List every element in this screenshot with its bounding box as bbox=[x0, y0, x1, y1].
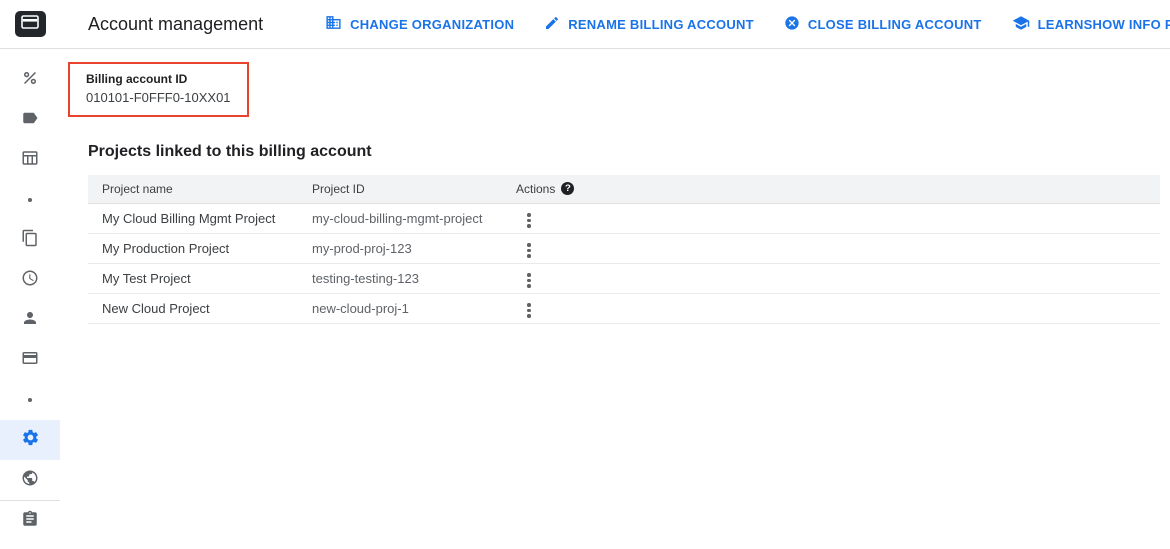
pencil-icon bbox=[544, 15, 560, 34]
projects-section-heading: Projects linked to this billing account bbox=[88, 143, 1170, 161]
dot-icon bbox=[28, 398, 32, 402]
change-organization-label: CHANGE ORGANIZATION bbox=[350, 17, 514, 32]
row-actions-menu-button[interactable] bbox=[521, 299, 537, 322]
project-name-cell: New Cloud Project bbox=[88, 293, 312, 323]
person-icon bbox=[21, 309, 39, 332]
rename-billing-account-button[interactable]: RENAME BILLING ACCOUNT bbox=[544, 15, 754, 34]
show-info-panel-button[interactable]: SHOW INFO PANEL bbox=[1084, 17, 1170, 32]
project-id-cell: new-cloud-proj-1 bbox=[312, 293, 516, 323]
main-content: Billing account ID 010101-F0FFF0-10XX01 … bbox=[60, 49, 1170, 549]
learn-label: LEARN bbox=[1038, 17, 1084, 32]
close-billing-account-label: CLOSE BILLING ACCOUNT bbox=[808, 17, 982, 32]
page-title: Account management bbox=[88, 14, 263, 35]
help-icon[interactable]: ? bbox=[561, 182, 574, 195]
table-row: New Cloud Project new-cloud-proj-1 bbox=[88, 293, 1160, 323]
sidebar-item-transactions[interactable] bbox=[0, 260, 60, 300]
percent-icon bbox=[21, 69, 39, 92]
project-id-cell: my-prod-proj-123 bbox=[312, 233, 516, 263]
sidebar-item-account-management[interactable] bbox=[0, 420, 60, 460]
cost-table-icon bbox=[21, 149, 39, 172]
highlight-box: Billing account ID 010101-F0FFF0-10XX01 bbox=[68, 62, 249, 117]
project-name-cell: My Production Project bbox=[88, 233, 312, 263]
change-organization-button[interactable]: CHANGE ORGANIZATION bbox=[325, 14, 514, 34]
sidebar-item-labels[interactable] bbox=[0, 100, 60, 140]
sidebar-item-cost-table[interactable] bbox=[0, 140, 60, 180]
billing-card-icon bbox=[21, 15, 39, 34]
column-header-project-name: Project name bbox=[88, 175, 312, 203]
table-row: My Production Project my-prod-proj-123 bbox=[88, 233, 1160, 263]
row-actions-menu-button[interactable] bbox=[521, 209, 537, 232]
close-circle-icon bbox=[784, 15, 800, 34]
sidebar-item-collapsed-1[interactable] bbox=[0, 180, 60, 220]
sidebar-item-payment-method[interactable] bbox=[0, 340, 60, 380]
project-id-cell: my-cloud-billing-mgmt-project bbox=[312, 203, 516, 233]
sidebar-item-reports[interactable] bbox=[0, 501, 60, 541]
actions-header-label: Actions bbox=[516, 182, 555, 196]
assignment-icon bbox=[21, 510, 39, 533]
sidebar-item-collapsed-2[interactable] bbox=[0, 380, 60, 420]
projects-table: Project name Project ID Actions ? My Clo… bbox=[88, 175, 1160, 324]
billing-account-id-value: 010101-F0FFF0-10XX01 bbox=[86, 89, 231, 107]
show-info-panel-label: SHOW INFO PANEL bbox=[1084, 17, 1170, 32]
account-management-page: Account management CHANGE ORGANIZATION R… bbox=[0, 0, 1170, 549]
logo-container bbox=[0, 11, 60, 37]
dot-icon bbox=[28, 198, 32, 202]
top-bar: Account management CHANGE ORGANIZATION R… bbox=[0, 0, 1170, 49]
close-billing-account-button[interactable]: CLOSE BILLING ACCOUNT bbox=[784, 15, 982, 34]
globe-icon bbox=[21, 469, 39, 492]
column-header-project-id: Project ID bbox=[312, 175, 516, 203]
copy-icon bbox=[21, 229, 39, 252]
sidebar-item-account[interactable] bbox=[0, 300, 60, 340]
learn-button[interactable]: LEARN bbox=[1012, 14, 1084, 35]
learn-icon bbox=[1012, 14, 1030, 35]
label-icon bbox=[21, 109, 39, 132]
row-actions-menu-button[interactable] bbox=[521, 269, 537, 292]
sidebar-item-pricing[interactable] bbox=[0, 460, 60, 500]
app-logo[interactable] bbox=[15, 11, 46, 37]
settings-gear-icon bbox=[21, 428, 40, 452]
table-row: My Test Project testing-testing-123 bbox=[88, 263, 1160, 293]
organization-icon bbox=[325, 14, 342, 34]
row-actions-menu-button[interactable] bbox=[521, 239, 537, 262]
billing-account-id-label: Billing account ID bbox=[86, 71, 231, 87]
project-name-cell: My Cloud Billing Mgmt Project bbox=[88, 203, 312, 233]
history-icon bbox=[21, 269, 39, 292]
sidebar-item-discounts[interactable] bbox=[0, 60, 60, 100]
toolbar: CHANGE ORGANIZATION RENAME BILLING ACCOU… bbox=[325, 14, 1084, 35]
table-header-row: Project name Project ID Actions ? bbox=[88, 175, 1160, 203]
column-header-actions: Actions ? bbox=[516, 175, 1160, 203]
credit-card-icon bbox=[21, 349, 39, 372]
sidebar-item-documents[interactable] bbox=[0, 220, 60, 260]
project-name-cell: My Test Project bbox=[88, 263, 312, 293]
table-row: My Cloud Billing Mgmt Project my-cloud-b… bbox=[88, 203, 1160, 233]
sidebar bbox=[0, 49, 60, 549]
rename-billing-account-label: RENAME BILLING ACCOUNT bbox=[568, 17, 754, 32]
project-id-cell: testing-testing-123 bbox=[312, 263, 516, 293]
